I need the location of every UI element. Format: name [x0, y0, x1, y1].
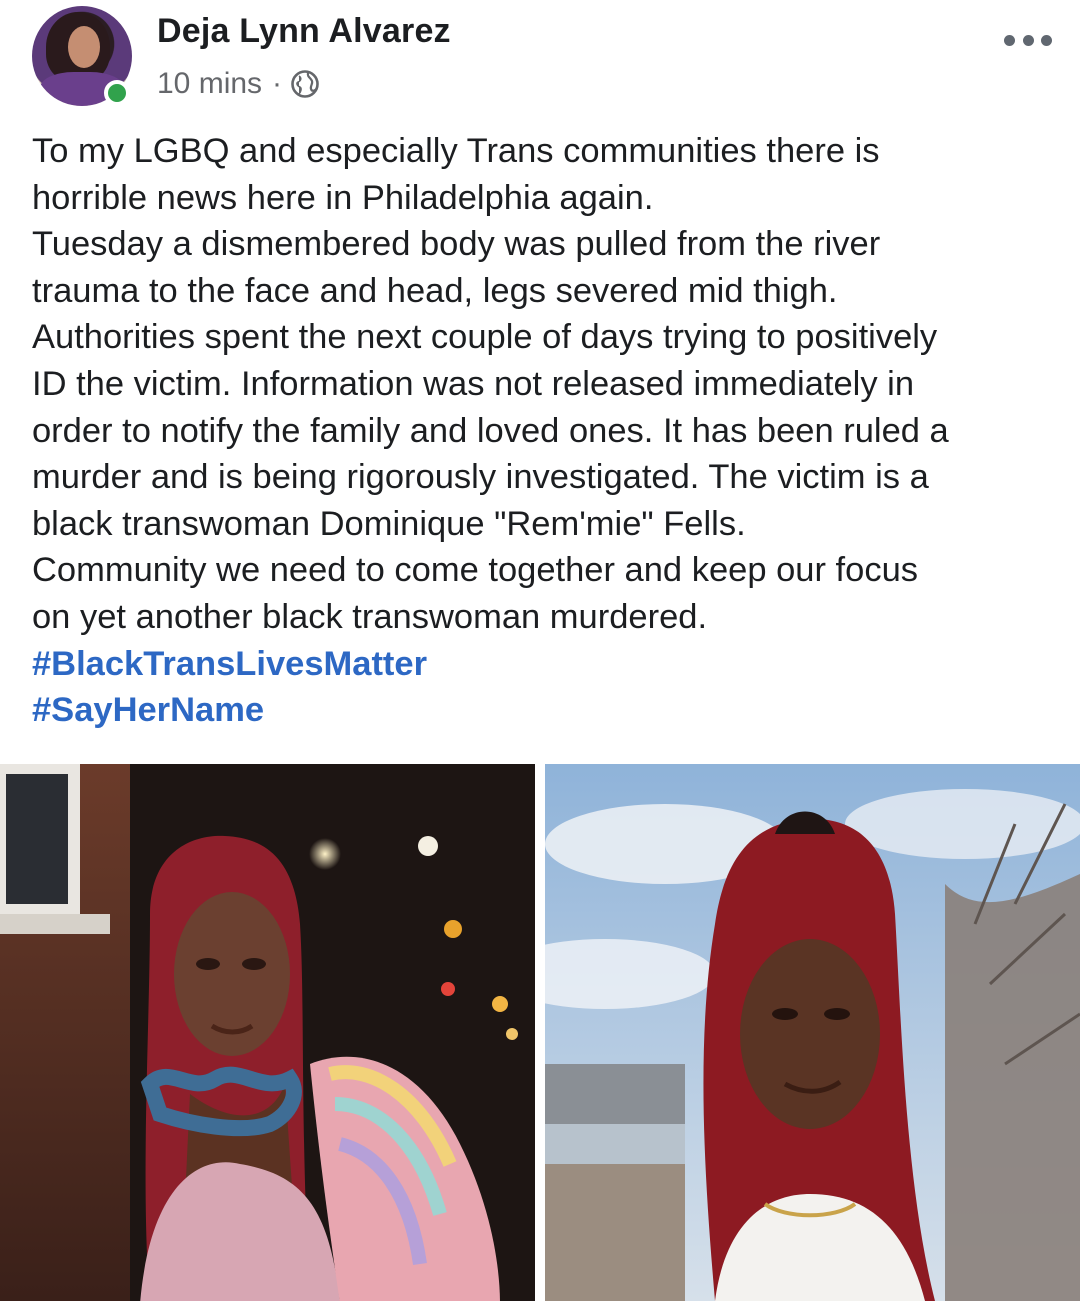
post-photos — [0, 764, 1080, 1301]
post-text-line: black transwoman Dominique "Rem'mie" Fel… — [32, 504, 746, 543]
author-name[interactable]: Deja Lynn Alvarez — [157, 12, 451, 51]
post-meta: 10 mins · — [157, 66, 320, 102]
post-timestamp[interactable]: 10 mins — [157, 67, 262, 101]
more-options-icon[interactable] — [1004, 28, 1052, 52]
post-text-line: Community we need to come together and k… — [32, 551, 918, 590]
portrait-night-illustration — [0, 764, 535, 1301]
more-dot — [1041, 34, 1052, 46]
post-text-line: on yet another black transwoman murdered… — [32, 597, 708, 636]
portrait-outdoor-illustration — [545, 764, 1080, 1301]
more-dot — [1004, 34, 1015, 46]
post-photo-left[interactable] — [0, 764, 535, 1301]
globe-icon[interactable] — [290, 69, 320, 99]
post-text-line: horrible news here in Philadelphia again… — [32, 178, 654, 217]
post-photo-right[interactable] — [545, 764, 1080, 1301]
post-text-line: ID the victim. Information was not relea… — [32, 364, 915, 403]
hashtag-link[interactable]: #BlackTransLivesMatter — [32, 641, 1072, 688]
post-text-line: To my LGBQ and especially Trans communit… — [32, 132, 880, 170]
meta-separator: · — [272, 67, 283, 100]
hashtag-link[interactable]: #SayHerName — [32, 687, 1072, 734]
post-text-line: Authorities spent the next couple of day… — [32, 318, 938, 357]
post-text-line: murder and is being rigorously investiga… — [32, 458, 929, 497]
post-text-line: trauma to the face and head, legs severe… — [32, 271, 838, 310]
post-text-line: Tuesday a dismembered body was pulled fr… — [32, 225, 881, 264]
avatar-face — [68, 26, 100, 68]
post-text: To my LGBQ and especially Trans communit… — [32, 128, 1072, 734]
more-dot — [1022, 34, 1034, 46]
online-status-indicator — [104, 80, 130, 106]
post-header: Deja Lynn Alvarez 10 mins · — [0, 0, 1080, 118]
post-text-line: order to notify the family and loved one… — [32, 411, 949, 450]
